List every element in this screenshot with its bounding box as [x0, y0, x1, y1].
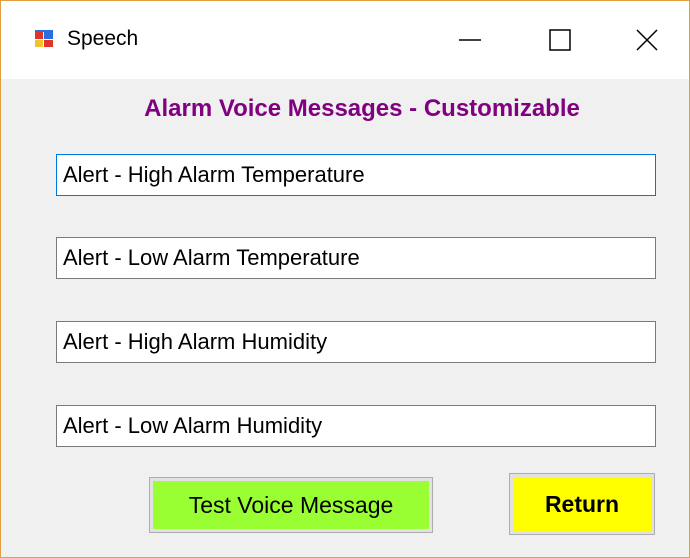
close-icon	[636, 29, 658, 51]
low-humidity-message-field[interactable]	[56, 405, 656, 447]
heading-label: Alarm Voice Messages - Customizable	[144, 95, 580, 122]
return-button[interactable]: Return	[509, 473, 655, 535]
speech-window: Speech Alarm Voice Messages - Customizab…	[0, 0, 690, 558]
minimize-icon	[459, 39, 481, 41]
test-voice-message-label: Test Voice Message	[153, 481, 429, 529]
return-label: Return	[513, 477, 651, 531]
window-title: Speech	[67, 27, 139, 50]
low-temperature-message-field[interactable]	[56, 237, 656, 279]
minimize-button[interactable]	[425, 1, 515, 79]
title-bar[interactable]: Speech	[1, 1, 689, 79]
maximize-button[interactable]	[515, 1, 605, 79]
test-voice-message-button[interactable]: Test Voice Message	[149, 477, 433, 533]
high-temperature-message-field[interactable]	[56, 154, 656, 196]
maximize-icon	[549, 29, 571, 51]
close-button[interactable]	[605, 1, 689, 79]
winforms-app-icon	[34, 29, 54, 49]
high-humidity-message-field[interactable]	[56, 321, 656, 363]
